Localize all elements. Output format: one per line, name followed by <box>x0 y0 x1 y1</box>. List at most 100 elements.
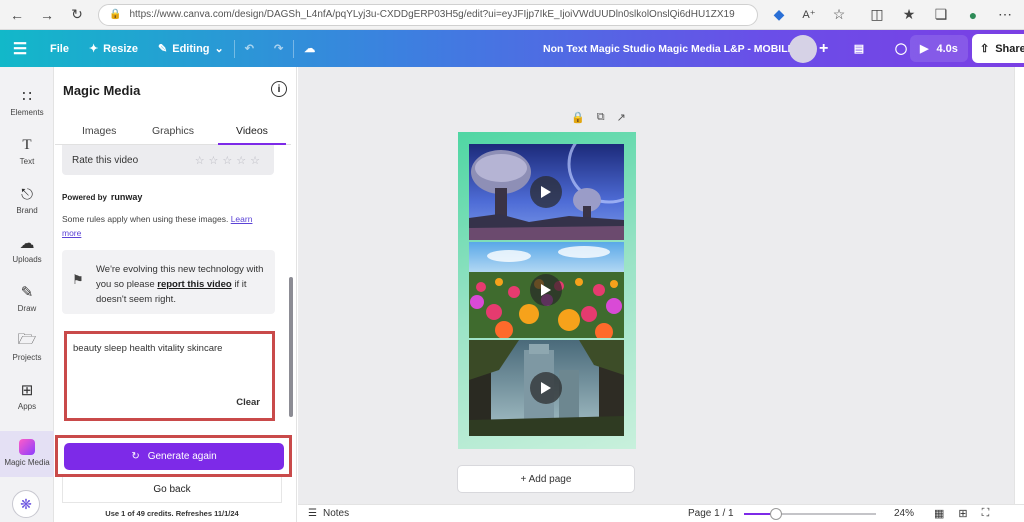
media-tabs: Images Graphics Videos <box>55 123 291 145</box>
rail-item-brand[interactable]: ⎋ Brand <box>0 185 54 216</box>
draw-icon: ✎ <box>20 284 34 301</box>
back-icon[interactable]: ← <box>8 6 26 24</box>
address-bar[interactable]: 🔒 https://www.canva.com/design/DAGSh_L4n… <box>98 3 758 26</box>
fullscreen-icon[interactable]: ⛶ <box>982 507 990 520</box>
font-icon[interactable]: A⁺ <box>800 6 818 24</box>
resize-button[interactable]: ✦ Resize <box>79 30 148 67</box>
extension-icon[interactable]: ◆ <box>770 6 788 24</box>
go-back-button[interactable]: Go back <box>62 477 282 503</box>
star-icon[interactable]: ☆ <box>830 6 848 24</box>
runway-logo: runway <box>110 192 143 202</box>
zoom-knob[interactable] <box>770 508 782 520</box>
notes-icon: ☰ <box>308 508 317 519</box>
feedback-notice: ⚑ We're evolving this new technology wit… <box>62 250 275 314</box>
rail-item-uploads[interactable]: ☁ Uploads <box>0 234 54 264</box>
browser-toolbar: ← → ↻ 🔒 https://www.canva.com/design/DAG… <box>0 0 1024 30</box>
sparkle-icon: ✦ <box>88 43 99 55</box>
tab-videos[interactable]: Videos <box>236 125 268 137</box>
notes-button[interactable]: ☰ Notes <box>308 508 349 519</box>
play-icon: ▶ <box>920 43 929 55</box>
editor-footer: ☰ Notes Page 1 / 1 24% ▦ ⊞ ⛶ <box>298 504 1024 522</box>
add-page-button[interactable]: + Add page <box>457 465 635 493</box>
design-page[interactable] <box>458 132 636 449</box>
grid-view-icon[interactable]: ▦ <box>934 507 944 520</box>
zoom-slider[interactable] <box>744 508 876 520</box>
add-icon[interactable]: ↗ <box>617 111 626 124</box>
undo-icon[interactable]: ↶ <box>235 30 264 67</box>
sidebar-icon[interactable]: ◫ <box>868 6 886 24</box>
report-video-link[interactable]: report this video <box>157 279 231 290</box>
chevron-down-icon: ⌄ <box>214 43 224 55</box>
rail-item-text[interactable]: T Text <box>0 136 54 167</box>
insights-icon[interactable]: ▤ <box>846 36 872 62</box>
page-indicator[interactable]: Page 1 / 1 <box>688 508 734 519</box>
add-collaborator-icon[interactable]: + <box>819 30 828 67</box>
rail-item-draw[interactable]: ✎ Draw <box>0 283 54 313</box>
flag-icon: ⚑ <box>72 272 84 287</box>
rail-item-magic-media[interactable]: Magic Media <box>0 431 54 477</box>
favorites-icon[interactable]: ★ <box>900 6 918 24</box>
clear-button[interactable]: Clear <box>236 397 260 408</box>
star-rating[interactable]: ☆☆☆☆☆ <box>195 154 264 167</box>
info-icon[interactable]: i <box>271 81 287 97</box>
present-button[interactable]: ▶ 4.0s <box>910 35 968 62</box>
cloud-sync-icon[interactable]: ☁ <box>294 30 325 67</box>
prompt-textarea[interactable]: beauty sleep health vitality skincare Cl… <box>64 331 275 421</box>
folder-icon: 🗁 <box>17 330 37 348</box>
editing-dropdown[interactable]: ✎ Editing ⌄ <box>148 30 234 67</box>
document-title[interactable]: Non Text Magic Studio Magic Media L&P - … <box>543 30 795 67</box>
editor-header: ☰ File ✦ Resize ✎ Editing ⌄ ↶ ↷ ☁ Non Text … <box>0 30 1024 67</box>
rail-label: Elements <box>10 108 44 117</box>
generate-label: Generate again <box>147 451 217 462</box>
rules-sentence: Some rules apply when using these images… <box>62 214 229 224</box>
play-icon[interactable] <box>530 274 562 306</box>
editing-label: Editing <box>172 42 210 55</box>
duplicate-icon[interactable]: ⧉ <box>597 111 605 124</box>
menu-icon[interactable]: ☰ <box>0 30 40 67</box>
tab-images[interactable]: Images <box>82 125 116 137</box>
magic-assistant-icon[interactable]: ❋ <box>12 490 40 518</box>
zoom-level[interactable]: 24% <box>894 508 914 519</box>
rules-text: Some rules apply when using these images… <box>62 212 267 240</box>
prompt-value: beauty sleep health vitality skincare <box>73 343 223 354</box>
redo-icon[interactable]: ↷ <box>264 30 293 67</box>
tab-graphics[interactable]: Graphics <box>152 125 194 137</box>
resize-label: Resize <box>103 42 139 55</box>
file-menu[interactable]: File <box>40 30 79 67</box>
rate-video-box: Rate this video ☆☆☆☆☆ <box>62 145 274 175</box>
alien-landscape-video[interactable] <box>469 144 624 240</box>
powered-by: Powered by runway <box>62 192 142 202</box>
generate-highlight: ↻ Generate again <box>55 435 292 477</box>
flower-field-video[interactable] <box>469 242 624 338</box>
avatar[interactable] <box>789 35 817 63</box>
rail-item-apps[interactable]: ⊞ Apps <box>0 381 54 411</box>
rail-item-elements[interactable]: ∷ Elements <box>0 87 54 117</box>
lock-icon[interactable]: 🔒 <box>571 111 585 124</box>
view-controls: ▦ ⊞ ⛶ <box>934 507 989 520</box>
share-button[interactable]: ⇧ Share <box>972 34 1024 63</box>
powered-by-label: Powered by <box>62 192 107 202</box>
pages-view-icon[interactable]: ⊞ <box>958 507 967 520</box>
rail-item-projects[interactable]: 🗁 Projects <box>0 330 54 363</box>
generate-again-button[interactable]: ↻ Generate again <box>64 443 284 470</box>
upload-icon: ☁ <box>19 235 35 252</box>
text-icon: T <box>22 136 32 153</box>
forest-city-video[interactable] <box>469 340 624 436</box>
panel-title: Magic Media <box>63 83 141 98</box>
page-toolbar: 🔒 ⧉ ↗ <box>571 111 626 124</box>
more-icon[interactable]: ⋯ <box>996 6 1014 24</box>
play-icon[interactable] <box>530 176 562 208</box>
forward-icon[interactable]: → <box>38 6 56 24</box>
extensions-icon[interactable]: ● <box>964 6 982 24</box>
credits-text: Use 1 of 49 credits. Refreshes 11/1/24 <box>105 509 239 518</box>
url-text: https://www.canva.com/design/DAGSh_L4nfA… <box>129 9 735 20</box>
magic-media-panel: Magic Media i Images Graphics Videos Rat… <box>55 67 297 522</box>
pencil-icon: ✎ <box>158 43 168 55</box>
play-icon[interactable] <box>530 372 562 404</box>
collections-icon[interactable]: ❏ <box>932 6 950 24</box>
scrollbar-thumb[interactable] <box>289 277 293 417</box>
left-rail: ∷ Elements T Text ⎋ Brand ☁ Uploads ✎ Dr… <box>0 67 54 522</box>
notes-label: Notes <box>322 508 350 519</box>
refresh-icon[interactable]: ↻ <box>68 6 86 24</box>
panel-scrollbar[interactable] <box>289 152 293 422</box>
